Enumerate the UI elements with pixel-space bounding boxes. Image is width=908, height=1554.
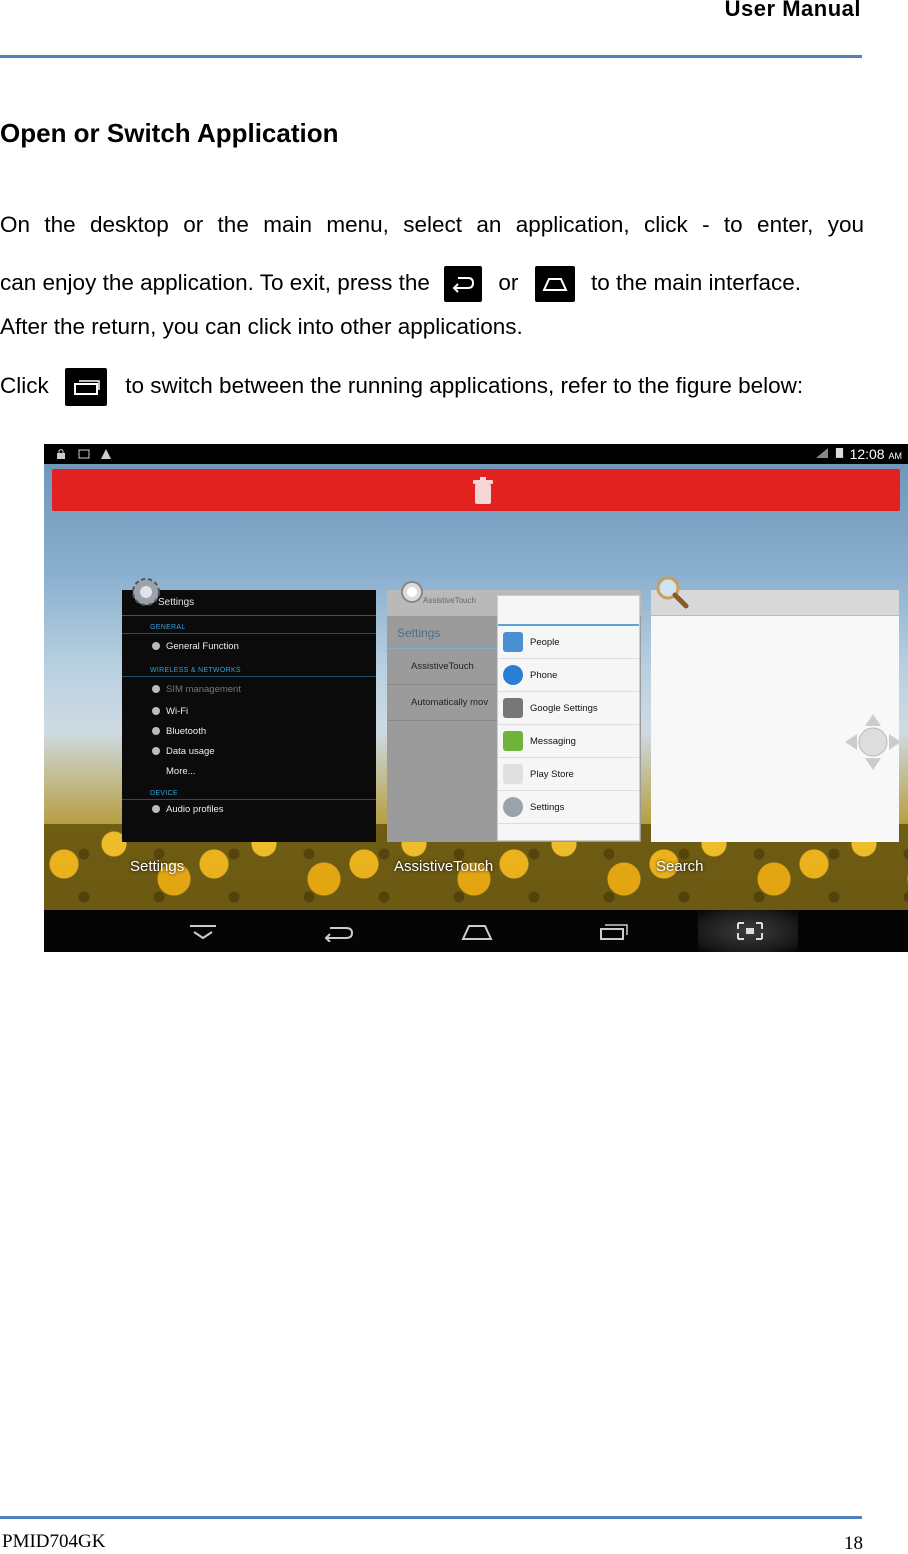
settings-section-wireless: WIRELESS & NETWORKS <box>122 659 376 677</box>
menu-item-google-settings[interactable]: Google Settings <box>498 692 639 725</box>
header-title: User Manual <box>724 0 861 21</box>
section-heading: Open or Switch Application <box>0 118 339 148</box>
status-ampm: AM <box>888 451 903 461</box>
google-settings-icon <box>503 698 523 718</box>
phone-icon <box>503 665 523 685</box>
paragraph-2-end: to the main interface. <box>590 269 802 295</box>
gear-icon <box>503 797 523 817</box>
wifi-icon <box>152 707 160 715</box>
settings-row: Data usage <box>122 742 376 762</box>
navigation-bar <box>44 910 908 952</box>
people-icon <box>503 632 523 652</box>
signal-icon <box>815 446 829 462</box>
search-card-label: Search <box>656 858 704 875</box>
gear-icon <box>152 642 160 650</box>
settings-gear-icon <box>132 578 160 606</box>
messaging-icon <box>503 731 523 751</box>
settings-card-label: Settings <box>130 858 185 875</box>
header-rule <box>0 55 862 58</box>
audio-icon <box>152 805 160 813</box>
sim-icon <box>152 685 160 693</box>
settings-row: SIM management <box>122 677 376 702</box>
click-text: Click <box>0 372 49 398</box>
status-clock: 12:08 <box>849 446 885 462</box>
data-usage-icon <box>152 747 160 755</box>
recent-apps-screenshot: 12:08 AM Settings GENERAL General Functi… <box>44 444 908 952</box>
search-app-card[interactable] <box>651 590 901 842</box>
settings-row: Bluetooth <box>122 722 376 742</box>
home-icon <box>534 266 575 302</box>
settings-row: General Function <box>122 634 376 659</box>
dpad-icon <box>845 714 901 770</box>
menu-item-people[interactable]: People <box>498 626 639 659</box>
settings-row: More... <box>166 766 196 777</box>
home-icon[interactable] <box>460 920 494 942</box>
menu-item-settings[interactable]: Settings <box>498 791 639 824</box>
image-icon <box>78 447 90 459</box>
footer-model: PMID704GK <box>2 1531 106 1552</box>
recent-apps-icon[interactable] <box>597 920 631 942</box>
status-bar: 12:08 AM <box>44 444 908 464</box>
back-arrow-icon <box>444 266 483 302</box>
paragraph-2-start: can enjoy the application. To exit, pres… <box>0 269 430 295</box>
assistivetouch-icon <box>401 581 423 603</box>
search-magnifier-icon <box>656 576 689 609</box>
warning-icon <box>100 447 111 459</box>
settings-row: Audio profiles <box>122 800 376 822</box>
bluetooth-icon <box>152 727 160 735</box>
trash-icon <box>473 477 493 504</box>
back-arrow-icon[interactable] <box>322 920 356 942</box>
battery-icon <box>835 446 844 462</box>
paragraph-3: After the return, you can click into oth… <box>0 314 523 339</box>
app-menu-popup: People Phone Google Settings Messaging P… <box>497 595 640 841</box>
menu-item-play-store[interactable]: Play Store <box>498 758 639 791</box>
screenshot-icon[interactable] <box>733 920 767 942</box>
settings-app-card[interactable]: Settings GENERAL General Function WIRELE… <box>122 590 376 842</box>
or-text: or <box>498 269 519 295</box>
paragraph-4: Click to switch between the running appl… <box>0 368 864 406</box>
paragraph-1: On the desktop or the main menu, select … <box>0 212 864 237</box>
hide-keyboard-icon[interactable] <box>186 920 220 942</box>
paragraph-4-end: to switch between the running applicatio… <box>125 372 804 398</box>
settings-section-general: GENERAL <box>122 616 376 634</box>
menu-item-phone[interactable]: Phone <box>498 659 639 692</box>
recent-apps-icon <box>65 368 108 406</box>
paragraph-2: can enjoy the application. To exit, pres… <box>0 266 864 302</box>
footer-rule <box>0 1516 862 1519</box>
settings-section-device: DEVICE <box>122 782 376 800</box>
lock-icon <box>56 447 66 459</box>
assistivetouch-card-label: AssistiveTouch <box>394 858 494 875</box>
page-number: 18 <box>844 1533 863 1554</box>
remove-all-bar[interactable] <box>52 469 900 511</box>
play-store-icon <box>503 764 523 784</box>
menu-item-messaging[interactable]: Messaging <box>498 725 639 758</box>
settings-row: Wi-Fi <box>122 702 376 722</box>
